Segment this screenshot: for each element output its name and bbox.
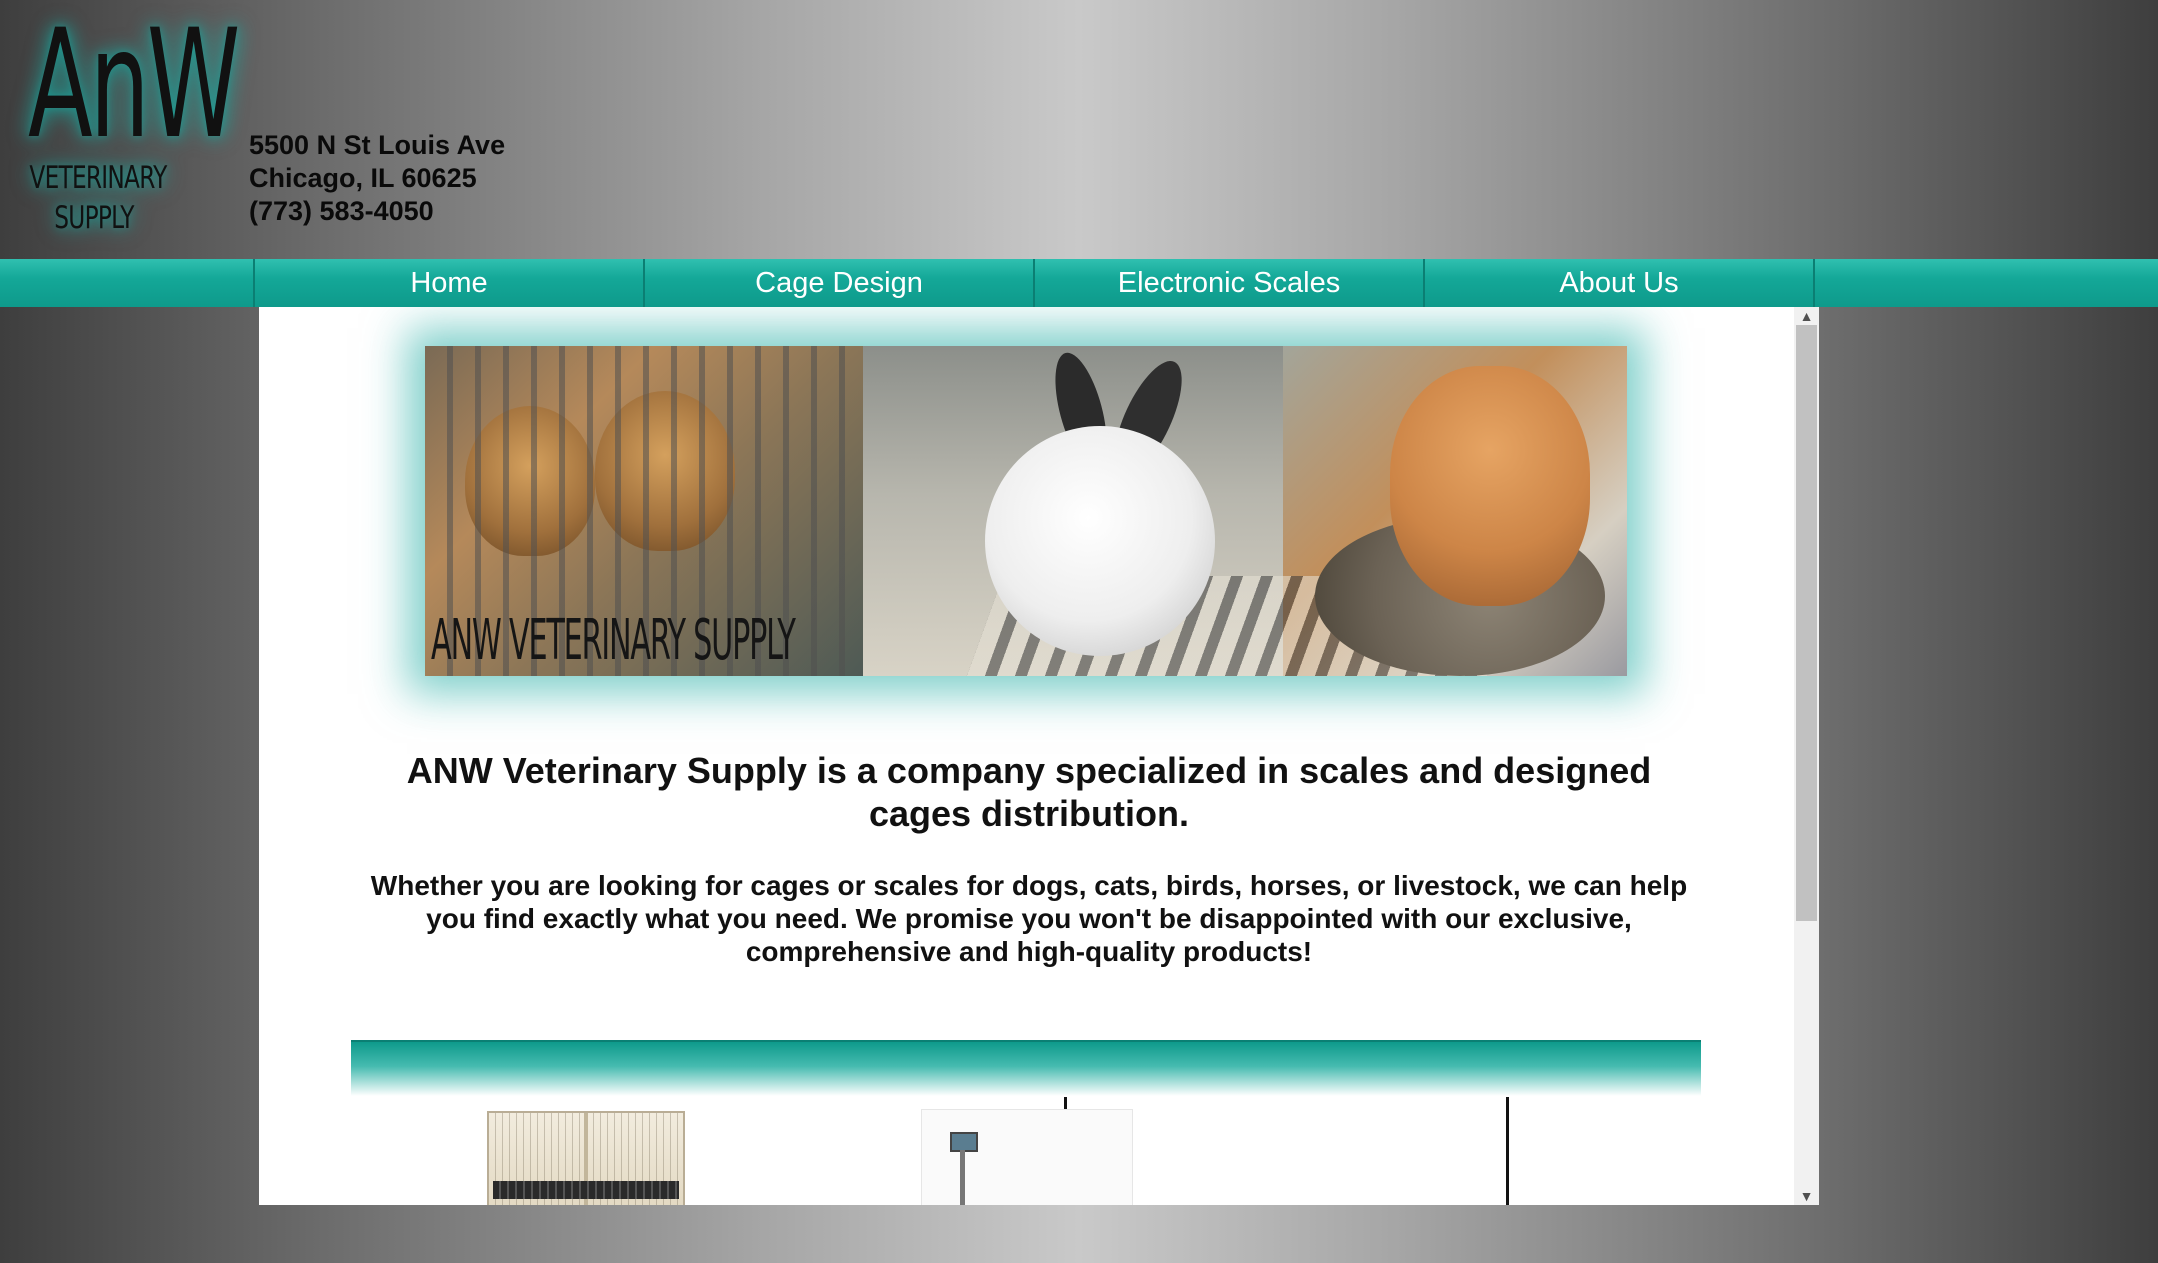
banner-caption: ANW VETERINARY SUPPLY: [431, 608, 796, 673]
cage-floor: [493, 1181, 679, 1199]
scroll-up-icon[interactable]: ▲: [1794, 307, 1819, 325]
cage-product-image[interactable]: [487, 1111, 685, 1205]
address-street: 5500 N St Louis Ave: [249, 130, 506, 160]
product-grid: [351, 1097, 1701, 1205]
scale-product-image[interactable]: [921, 1109, 1133, 1205]
main-content: ANW VETERINARY SUPPLY ANW Veterinary Sup…: [259, 307, 1819, 1205]
page-headline: ANW Veterinary Supply is a company speci…: [406, 750, 1652, 834]
logo-line-veterinary: VETERINARY: [29, 160, 167, 196]
contact-address: 5500 N St Louis Ave Chicago, IL 60625 (7…: [249, 129, 505, 228]
logo-wordmark: AnW: [28, 0, 240, 172]
address-phone: (773) 583-4050: [249, 196, 434, 226]
hero-image: ANW VETERINARY SUPPLY: [425, 346, 1627, 676]
logo-line-supply: SUPPLY: [54, 200, 134, 236]
anw-logo[interactable]: AnW VETERINARY SUPPLY: [24, 0, 240, 246]
nav-electronic-scales[interactable]: Electronic Scales: [1035, 259, 1425, 307]
nav-about-us[interactable]: About Us: [1425, 259, 1815, 307]
nav-items: Home Cage Design Electronic Scales About…: [253, 259, 1815, 307]
scale-display-icon: [950, 1132, 978, 1152]
scroll-thumb[interactable]: [1796, 325, 1817, 921]
section-divider-bar: [351, 1040, 1701, 1096]
content-scrollbar[interactable]: ▲ ▼: [1794, 307, 1819, 1205]
orange-cat: [1390, 366, 1590, 606]
site-header: AnW VETERINARY SUPPLY 5500 N St Louis Av…: [0, 0, 2158, 259]
address-city: Chicago, IL 60625: [249, 163, 477, 193]
hero-banner: ANW VETERINARY SUPPLY: [425, 346, 1627, 676]
intro-paragraph: Whether you are looking for cages or sca…: [370, 870, 1688, 967]
nav-home[interactable]: Home: [255, 259, 645, 307]
scale-pole: [960, 1150, 965, 1205]
nav-cage-design[interactable]: Cage Design: [645, 259, 1035, 307]
rabbit: [985, 426, 1215, 656]
scroll-down-icon[interactable]: ▼: [1794, 1187, 1819, 1205]
product-divider-2: [1506, 1097, 1509, 1205]
main-nav: Home Cage Design Electronic Scales About…: [0, 259, 2158, 307]
